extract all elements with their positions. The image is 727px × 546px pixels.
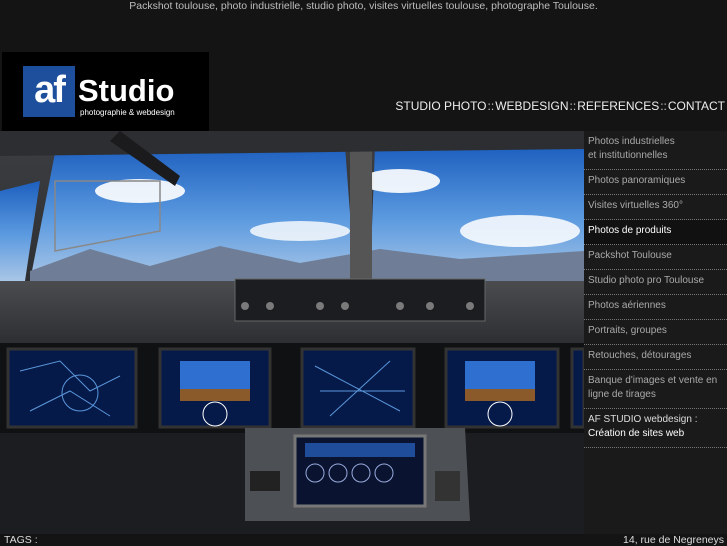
sidebar-item-label: Photos de produits <box>588 225 672 236</box>
logo-name: Studio <box>78 73 175 108</box>
tags-label: TAGS : <box>4 534 38 546</box>
sidebar-item-label: Portraits, groupes <box>588 325 667 336</box>
nav-references[interactable]: REFERENCES <box>577 99 659 113</box>
address-text: 14, rue de Negreneys <box>623 534 724 546</box>
nav-webdesign[interactable]: WEBDESIGN <box>495 99 568 113</box>
sidebar-item-label: Visites virtuelles 360° <box>588 200 683 211</box>
sidebar-menu: Photos industrielles et institutionnelles… <box>584 131 727 534</box>
sidebar-item[interactable]: Studio photo pro Toulouse <box>584 270 727 295</box>
sidebar-item[interactable]: Photos aériennes <box>584 295 727 320</box>
nav-separator: :: <box>487 99 495 113</box>
sidebar-item-label-line2: Création de sites web <box>588 428 685 439</box>
sidebar-item[interactable]: Portraits, groupes <box>584 320 727 345</box>
nav-contact[interactable]: CONTACT <box>668 99 725 113</box>
af-studio-logo[interactable]: af Studio photographie & webdesign <box>2 52 209 131</box>
sidebar-item-label: Photos panoramiques <box>588 175 686 186</box>
logo-subtitle: photographie & webdesign <box>80 108 175 117</box>
sidebar-item-label: Photos aériennes <box>588 300 666 311</box>
sidebar-item[interactable]: Photos panoramiques <box>584 170 727 195</box>
sidebar-item[interactable]: Visites virtuelles 360° <box>584 195 727 220</box>
sidebar-item[interactable]: Banque d'images et vente en ligne de tira… <box>584 370 727 409</box>
logo-mark: af <box>23 66 75 117</box>
site-tagline: Packshot toulouse, photo industrielle, s… <box>129 0 598 12</box>
nav-studio-photo[interactable]: STUDIO PHOTO <box>395 99 486 113</box>
sidebar-item-label: Photos industrielles <box>588 136 675 147</box>
sidebar-item-label-line2: ligne de tirages <box>588 389 656 400</box>
cockpit-hero-image <box>0 131 584 534</box>
sidebar-item[interactable]: Packshot Toulouse <box>584 245 727 270</box>
sidebar-item[interactable]: AF STUDIO webdesign : Création de sites w… <box>584 409 727 448</box>
sidebar-item[interactable]: Retouches, détourages <box>584 345 727 370</box>
sidebar-item-label-line2: et institutionnelles <box>588 150 668 161</box>
sidebar-item-label: Retouches, détourages <box>588 350 692 361</box>
nav-separator: :: <box>569 99 577 113</box>
sidebar-item-label: AF STUDIO webdesign : <box>588 414 698 425</box>
nav-separator: :: <box>660 99 667 113</box>
main-nav: STUDIO PHOTO::WEBDESIGN::REFERENCES::CON… <box>395 99 725 113</box>
sidebar-item[interactable]: Photos industrielles et institutionnelles <box>584 131 727 170</box>
sidebar-item-label: Packshot Toulouse <box>588 250 672 261</box>
sidebar-item[interactable]: Photos de produits <box>584 220 727 245</box>
sidebar-item-label: Banque d'images et vente en <box>588 375 718 386</box>
sidebar-item-label: Studio photo pro Toulouse <box>588 275 705 286</box>
